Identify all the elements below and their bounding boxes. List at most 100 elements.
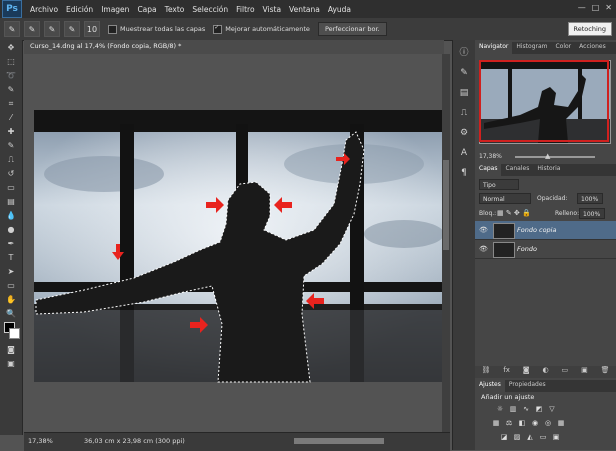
brush-tool-icon[interactable]: ✎	[4, 140, 18, 152]
tab-histogram[interactable]: Histogram	[512, 42, 551, 54]
dodge-tool-icon[interactable]: ●	[4, 224, 18, 236]
fill-input[interactable]: 100%	[579, 208, 605, 219]
eraser-tool-icon[interactable]: ▭	[4, 182, 18, 194]
color-swatches-icon[interactable]	[4, 322, 20, 342]
sample-all-layers-checkbox[interactable]	[108, 24, 117, 34]
new-selection-icon[interactable]: ✎	[24, 21, 40, 37]
new-layer-icon[interactable]: ▣	[581, 366, 588, 378]
black-white-icon[interactable]: ◧	[517, 418, 527, 428]
layer-row[interactable]: 👁 Fondo copia	[475, 221, 616, 240]
move-tool-icon[interactable]: ✥	[4, 42, 18, 54]
curves-icon[interactable]: ∿	[521, 404, 531, 414]
tab-acciones[interactable]: Acciones	[575, 42, 610, 54]
subtract-from-selection-icon[interactable]: ✎	[64, 21, 80, 37]
shape-tool-icon[interactable]: ▭	[4, 280, 18, 292]
navigator-view-box[interactable]	[479, 60, 609, 142]
link-layers-icon[interactable]: ⛓	[481, 366, 490, 378]
minimize-icon[interactable]: —	[578, 3, 586, 12]
tab-canales[interactable]: Canales	[501, 164, 533, 176]
new-group-icon[interactable]: ▭	[562, 366, 569, 378]
layer-mask-icon[interactable]: ◙	[523, 366, 530, 378]
menu-capa[interactable]: Capa	[137, 5, 156, 14]
navigator-zoom-slider[interactable]	[515, 156, 595, 158]
eyedropper-tool-icon[interactable]: ⁄	[4, 112, 18, 124]
character-icon[interactable]: A	[457, 146, 471, 160]
paragraph-icon[interactable]: ¶	[457, 166, 471, 180]
quick-mask-icon[interactable]: ◙	[4, 344, 18, 356]
pen-tool-icon[interactable]: ✒	[4, 238, 18, 250]
maximize-icon[interactable]: □	[592, 3, 600, 12]
posterize-icon[interactable]: ▨	[512, 432, 522, 442]
clone-source-icon[interactable]: ⎍	[457, 106, 471, 120]
type-tool-icon[interactable]: T	[4, 252, 18, 264]
tab-color[interactable]: Color	[551, 42, 575, 54]
menu-imagen[interactable]: Imagen	[101, 5, 129, 14]
blur-tool-icon[interactable]: 💧	[4, 210, 18, 222]
eye-icon[interactable]: 👁	[479, 226, 488, 234]
tab-capas[interactable]: Capas	[475, 164, 502, 176]
brush-size-picker[interactable]: 10	[84, 21, 100, 37]
horizontal-scrollbar-thumb[interactable]	[294, 438, 384, 444]
document-image[interactable]	[24, 54, 444, 432]
channel-mixer-icon[interactable]: ◎	[543, 418, 553, 428]
levels-icon[interactable]: ▥	[508, 404, 518, 414]
layer-filter-select[interactable]: Tipo	[479, 179, 519, 190]
blend-mode-select[interactable]: Normal	[479, 193, 531, 204]
menu-seleccion[interactable]: Selección	[192, 5, 228, 14]
brush-presets-icon[interactable]: ✎	[457, 66, 471, 80]
tab-navigator[interactable]: Navigator	[475, 42, 513, 54]
menu-ayuda[interactable]: Ayuda	[328, 5, 351, 14]
menu-edicion[interactable]: Edición	[66, 5, 93, 14]
gradient-map-icon[interactable]: ▭	[538, 432, 548, 442]
quick-selection-tool-icon[interactable]: ✎	[4, 84, 18, 96]
threshold-icon[interactable]: ◭	[525, 432, 535, 442]
marquee-tool-icon[interactable]: ⬚	[4, 56, 18, 68]
layer-row[interactable]: 👁 Fondo	[475, 240, 616, 259]
navigator-slider-knob-icon[interactable]: ▲	[545, 152, 550, 160]
menu-filtro[interactable]: Filtro	[236, 5, 254, 14]
zoom-tool-icon[interactable]: 🔍	[4, 308, 18, 320]
path-selection-tool-icon[interactable]: ➤	[4, 266, 18, 278]
vertical-scrollbar-thumb[interactable]	[443, 160, 449, 250]
color-balance-icon[interactable]: ⚖	[504, 418, 514, 428]
add-to-selection-icon[interactable]: ✎	[44, 21, 60, 37]
gradient-tool-icon[interactable]: ▤	[4, 196, 18, 208]
opacity-input[interactable]: 100%	[577, 193, 603, 204]
workspace-switcher[interactable]: Retoching	[567, 22, 612, 36]
auto-enhance-checkbox[interactable]	[213, 24, 223, 34]
history-icon[interactable]: ▤	[457, 86, 471, 100]
photo-filter-icon[interactable]: ◉	[530, 418, 540, 428]
adjustment-layer-icon[interactable]: ◐	[543, 366, 549, 378]
invert-icon[interactable]: ◪	[499, 432, 509, 442]
quick-selection-tool-icon[interactable]: ✎	[4, 21, 20, 37]
clone-stamp-tool-icon[interactable]: ⎍	[4, 154, 18, 166]
screen-mode-icon[interactable]: ▣	[4, 358, 18, 370]
tab-ajustes[interactable]: Ajustes	[475, 380, 505, 392]
info-icon[interactable]: ⓘ	[457, 46, 471, 60]
status-zoom[interactable]: 17,38%	[28, 437, 53, 445]
navigator-zoom-value[interactable]: 17,38%	[479, 153, 502, 160]
menu-ventana[interactable]: Ventana	[289, 5, 320, 14]
healing-brush-tool-icon[interactable]: ✚	[4, 126, 18, 138]
delete-layer-icon[interactable]: 🗑	[601, 366, 610, 378]
refine-edge-button[interactable]: Perfeccionar bor.	[317, 22, 387, 36]
tab-propiedades[interactable]: Propiedades	[505, 380, 550, 392]
menu-vista[interactable]: Vista	[263, 5, 282, 14]
history-brush-tool-icon[interactable]: ↺	[4, 168, 18, 180]
menu-archivo[interactable]: Archivo	[30, 5, 58, 14]
color-lookup-icon[interactable]: ▦	[556, 418, 566, 428]
vibrance-icon[interactable]: ▽	[547, 404, 557, 414]
lock-icons[interactable]: ▦ ✎ ✥ 🔒	[497, 209, 531, 217]
canvas-area[interactable]	[24, 54, 444, 432]
document-tab[interactable]: Curso_14.dng al 17,4% (Fondo copia, RGB/…	[24, 40, 444, 54]
styles-icon[interactable]: ⚙	[457, 126, 471, 140]
hue-saturation-icon[interactable]: ▦	[491, 418, 501, 428]
layer-style-icon[interactable]: fx	[503, 366, 510, 378]
selective-color-icon[interactable]: ▣	[551, 432, 561, 442]
menu-texto[interactable]: Texto	[165, 5, 185, 14]
hand-tool-icon[interactable]: ✋	[4, 294, 18, 306]
crop-tool-icon[interactable]: ⌗	[4, 98, 18, 110]
close-icon[interactable]: ✕	[605, 3, 612, 12]
lasso-tool-icon[interactable]: ➰	[4, 70, 18, 82]
brightness-icon[interactable]: ☼	[495, 404, 505, 414]
